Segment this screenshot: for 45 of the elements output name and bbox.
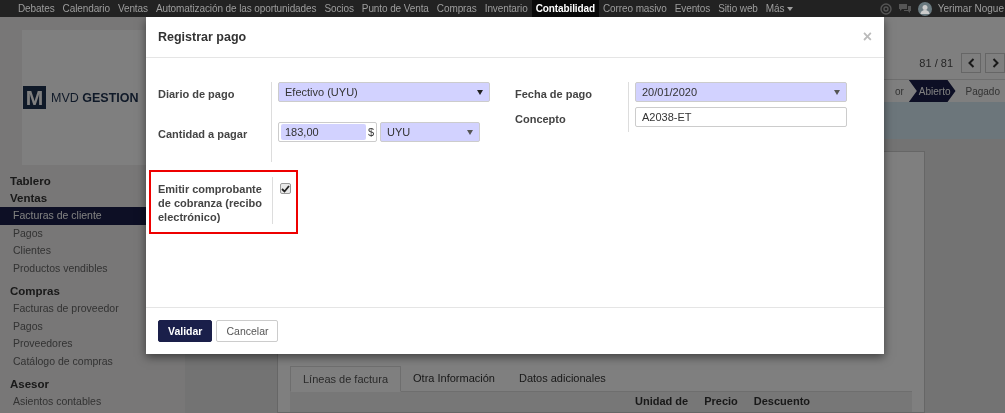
select-field[interactable]: Efectivo (UYU) xyxy=(278,82,490,102)
previous-button[interactable] xyxy=(961,53,981,73)
currency-symbol: $ xyxy=(367,126,374,138)
form-tab[interactable]: Líneas de factura xyxy=(290,366,401,392)
menu-item[interactable]: Ventas xyxy=(113,0,152,17)
field-label: Diario de pago xyxy=(158,87,236,102)
menu-item[interactable]: Calendario xyxy=(58,0,114,17)
menu-item[interactable]: Correo masivo xyxy=(599,0,671,17)
cancel-button[interactable]: Cancelar xyxy=(216,320,279,342)
menu-item[interactable]: Inventario xyxy=(480,0,532,17)
menu-item[interactable]: Compras xyxy=(432,0,481,17)
form-tab[interactable]: Datos adicionales xyxy=(506,366,618,391)
checkbox[interactable] xyxy=(280,183,291,194)
field-label: Fecha de pago xyxy=(515,87,594,102)
menu-item[interactable]: Automatización de las oportunidades xyxy=(151,0,321,17)
column-header: Precio xyxy=(704,395,738,407)
menu-item[interactable]: Debates xyxy=(14,0,59,17)
menu-item[interactable]: Más xyxy=(761,0,798,17)
field-label: Concepto xyxy=(515,112,567,127)
logo-text: MVD GESTION xyxy=(51,90,139,105)
input-field[interactable]: A2038-ET xyxy=(635,107,847,127)
pager-count: 81 / 81 xyxy=(919,57,953,69)
user-name[interactable]: Yerimar Nogue xyxy=(937,3,1004,14)
status-stage[interactable]: Abierto xyxy=(908,80,956,102)
menu-item[interactable]: Sitio web xyxy=(714,0,762,17)
avatar-icon[interactable] xyxy=(917,1,932,16)
chevron-left-icon xyxy=(967,58,975,68)
status-stage[interactable]: or xyxy=(884,80,909,102)
chevron-right-icon xyxy=(991,58,999,68)
menu-item[interactable]: Contabilidad xyxy=(531,0,599,17)
column-header: Descuento xyxy=(753,395,811,407)
field-label: Cantidad a pagar xyxy=(158,127,249,142)
menu-item[interactable]: Socios xyxy=(320,0,358,17)
menu-heading[interactable]: Asesor xyxy=(0,376,185,393)
dialog-title: Registrar pago xyxy=(158,30,247,44)
logo-mark: M xyxy=(23,86,46,109)
currency-select[interactable]: UYU xyxy=(380,122,480,142)
next-button[interactable] xyxy=(985,53,1005,73)
form-tab[interactable]: Otra Información xyxy=(401,366,507,391)
column-header: Unidad de xyxy=(635,395,689,407)
select-field[interactable]: 20/01/2020 xyxy=(635,82,847,102)
menu-item[interactable]: Punto de Venta xyxy=(357,0,433,17)
menu-item[interactable]: Eventos xyxy=(670,0,715,17)
validate-button[interactable]: Validar xyxy=(158,320,213,342)
amount-field[interactable]: 183,00 $ xyxy=(278,122,377,142)
